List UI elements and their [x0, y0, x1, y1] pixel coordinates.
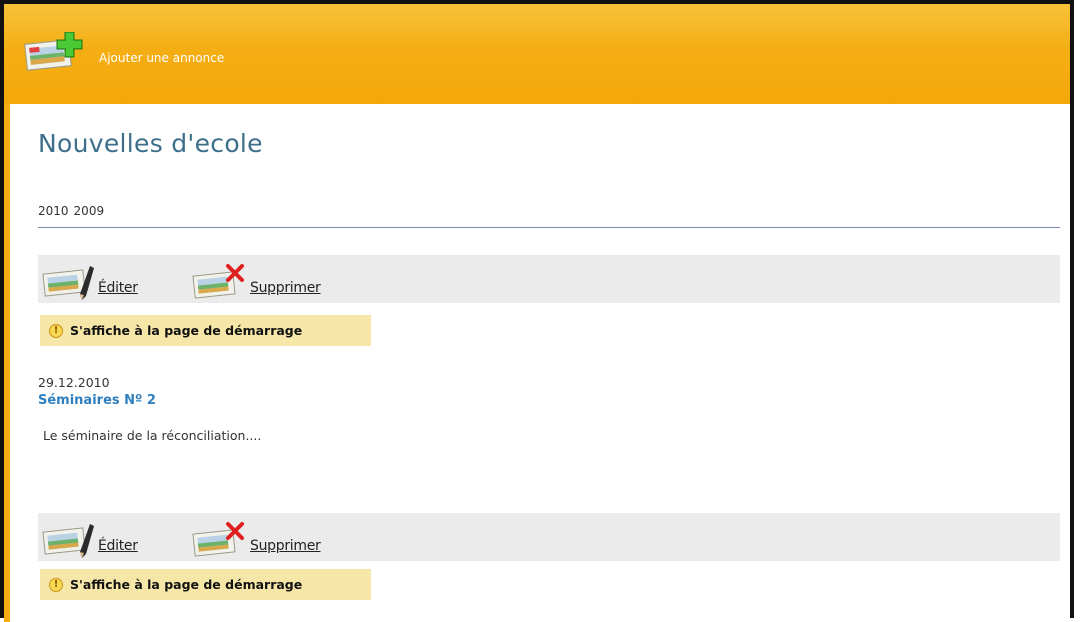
edit-label[interactable]: Éditer	[98, 538, 138, 554]
exclamation-icon: !	[49, 577, 63, 592]
year-filter: 2010 2009	[38, 204, 109, 218]
startpage-notice: ! S'affiche à la page de démarrage	[40, 569, 371, 600]
header-bar: Ajouter une annonce	[4, 4, 1070, 104]
news-action-bar: Éditer Supprimer	[38, 255, 1060, 303]
delete-button[interactable]: Supprimer	[192, 264, 321, 302]
delete-button[interactable]: Supprimer	[192, 522, 321, 560]
news-excerpt: Le séminaire de la réconciliation....	[43, 428, 262, 443]
delete-label[interactable]: Supprimer	[250, 280, 321, 296]
divider	[38, 227, 1060, 228]
notice-text: S'affiche à la page de démarrage	[70, 323, 303, 338]
edit-button[interactable]: Éditer	[42, 522, 138, 560]
add-announcement-icon[interactable]	[24, 31, 86, 78]
news-date: 29.12.2010	[38, 375, 110, 390]
page-title: Nouvelles d'ecole	[38, 129, 263, 158]
delete-label[interactable]: Supprimer	[250, 538, 321, 554]
year-link-2010[interactable]: 2010	[38, 204, 69, 218]
left-accent-stripe	[4, 104, 10, 622]
year-link-2009[interactable]: 2009	[74, 204, 105, 218]
notice-text: S'affiche à la page de démarrage	[70, 577, 303, 592]
news-action-bar: Éditer Supprimer	[38, 513, 1060, 561]
edit-label[interactable]: Éditer	[98, 280, 138, 296]
delete-icon	[192, 264, 244, 299]
edit-icon	[42, 266, 94, 300]
startpage-notice: ! S'affiche à la page de démarrage	[40, 315, 371, 346]
delete-icon	[192, 522, 244, 557]
add-announcement-link[interactable]: Ajouter une annonce	[99, 51, 224, 65]
news-title-link[interactable]: Séminaires Nº 2	[38, 393, 156, 408]
page-frame: Ajouter une annonce Nouvelles d'ecole 20…	[0, 0, 1074, 622]
edit-button[interactable]: Éditer	[42, 264, 138, 302]
edit-icon	[42, 524, 94, 558]
exclamation-icon: !	[49, 323, 63, 338]
